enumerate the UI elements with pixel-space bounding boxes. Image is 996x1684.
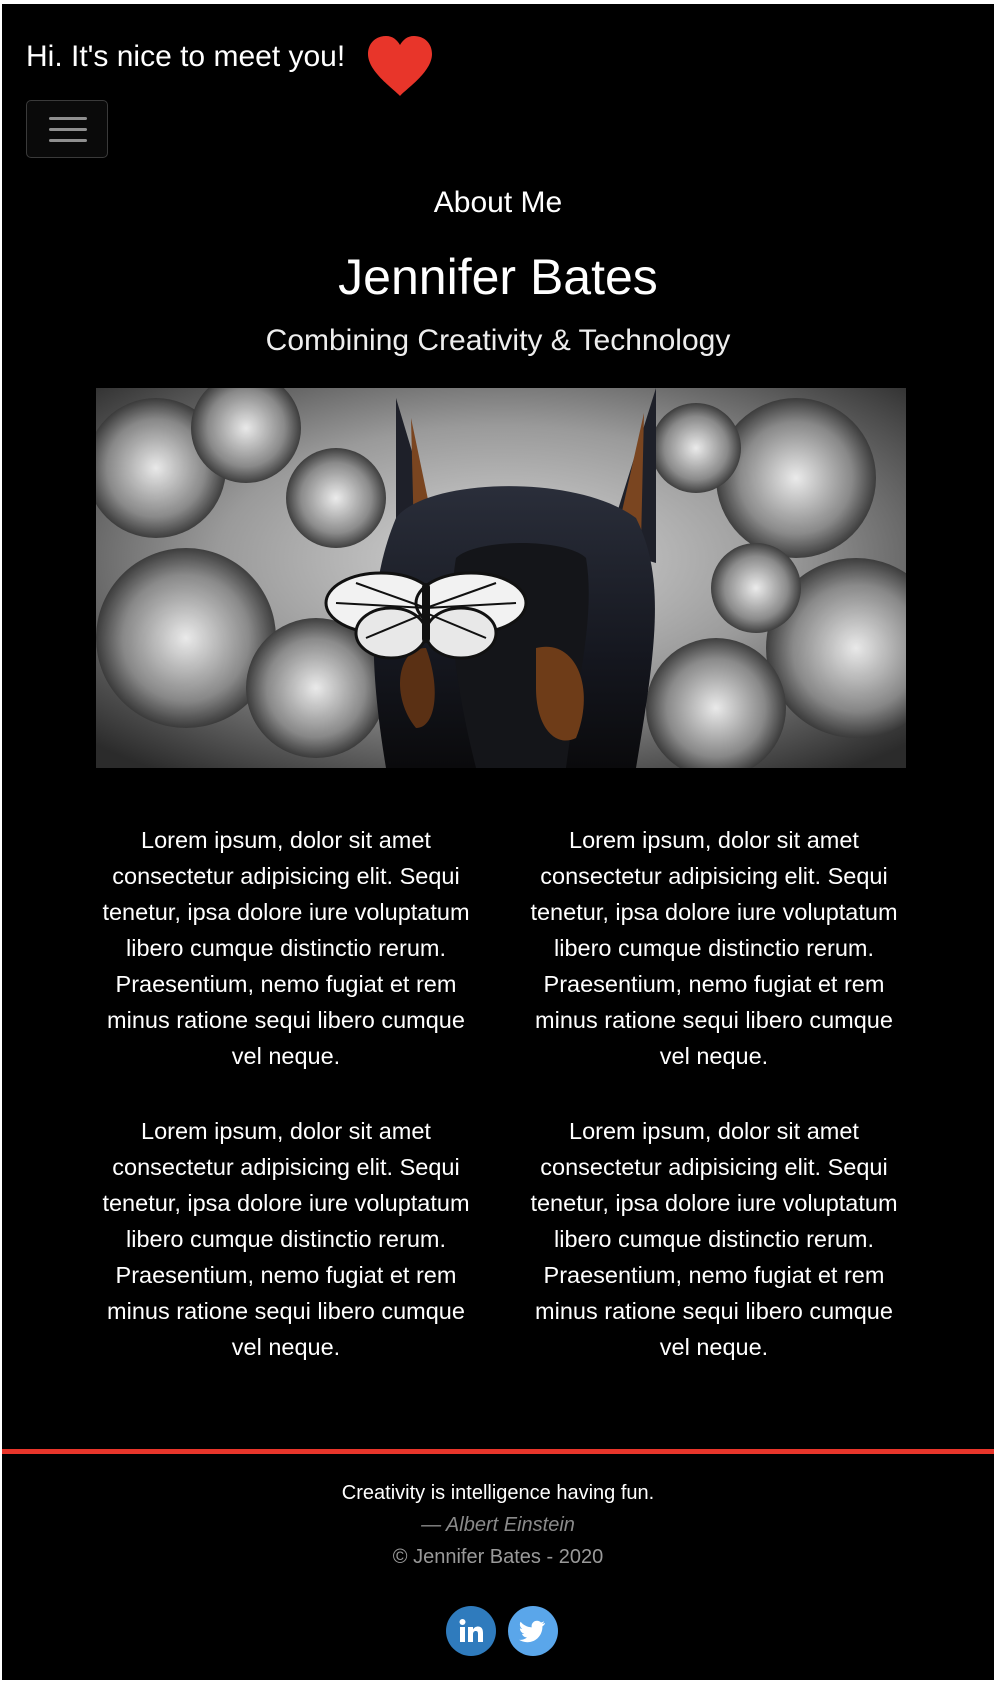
paragraph-block: Lorem ipsum, dolor sit amet consectetur … xyxy=(102,1118,470,1360)
paragraph-block: Lorem ipsum, dolor sit amet consectetur … xyxy=(530,827,898,1069)
copyright: © Jennifer Bates - 2020 xyxy=(392,1546,604,1568)
linkedin-link[interactable] xyxy=(446,1606,496,1656)
navbar-toggle-button[interactable] xyxy=(26,100,108,158)
heart-icon xyxy=(368,36,432,96)
page: Hi. It's nice to meet you! About Me Jenn… xyxy=(2,4,994,1680)
twitter-icon xyxy=(519,1620,545,1643)
footer-divider xyxy=(2,1449,994,1454)
hamburger-menu-icon xyxy=(49,117,87,120)
paragraph-block: Lorem ipsum, dolor sit amet consectetur … xyxy=(102,827,470,1069)
paragraph-block: Lorem ipsum, dolor sit amet consectetur … xyxy=(530,1118,898,1360)
doberman-butterfly-image xyxy=(96,388,906,768)
tagline: Combining Creativity & Technology xyxy=(265,324,731,357)
navbar-brand[interactable]: Hi. It's nice to meet you! xyxy=(26,40,345,74)
section-title: About Me xyxy=(433,186,563,219)
quote-author: — Albert Einstein xyxy=(421,1514,575,1536)
hero-image xyxy=(96,388,906,768)
linkedin-icon xyxy=(459,1619,483,1642)
page-title: Jennifer Bates xyxy=(338,249,658,305)
footer-quote: Creativity is intelligence having fun. xyxy=(341,1482,655,1504)
twitter-link[interactable] xyxy=(508,1606,558,1656)
